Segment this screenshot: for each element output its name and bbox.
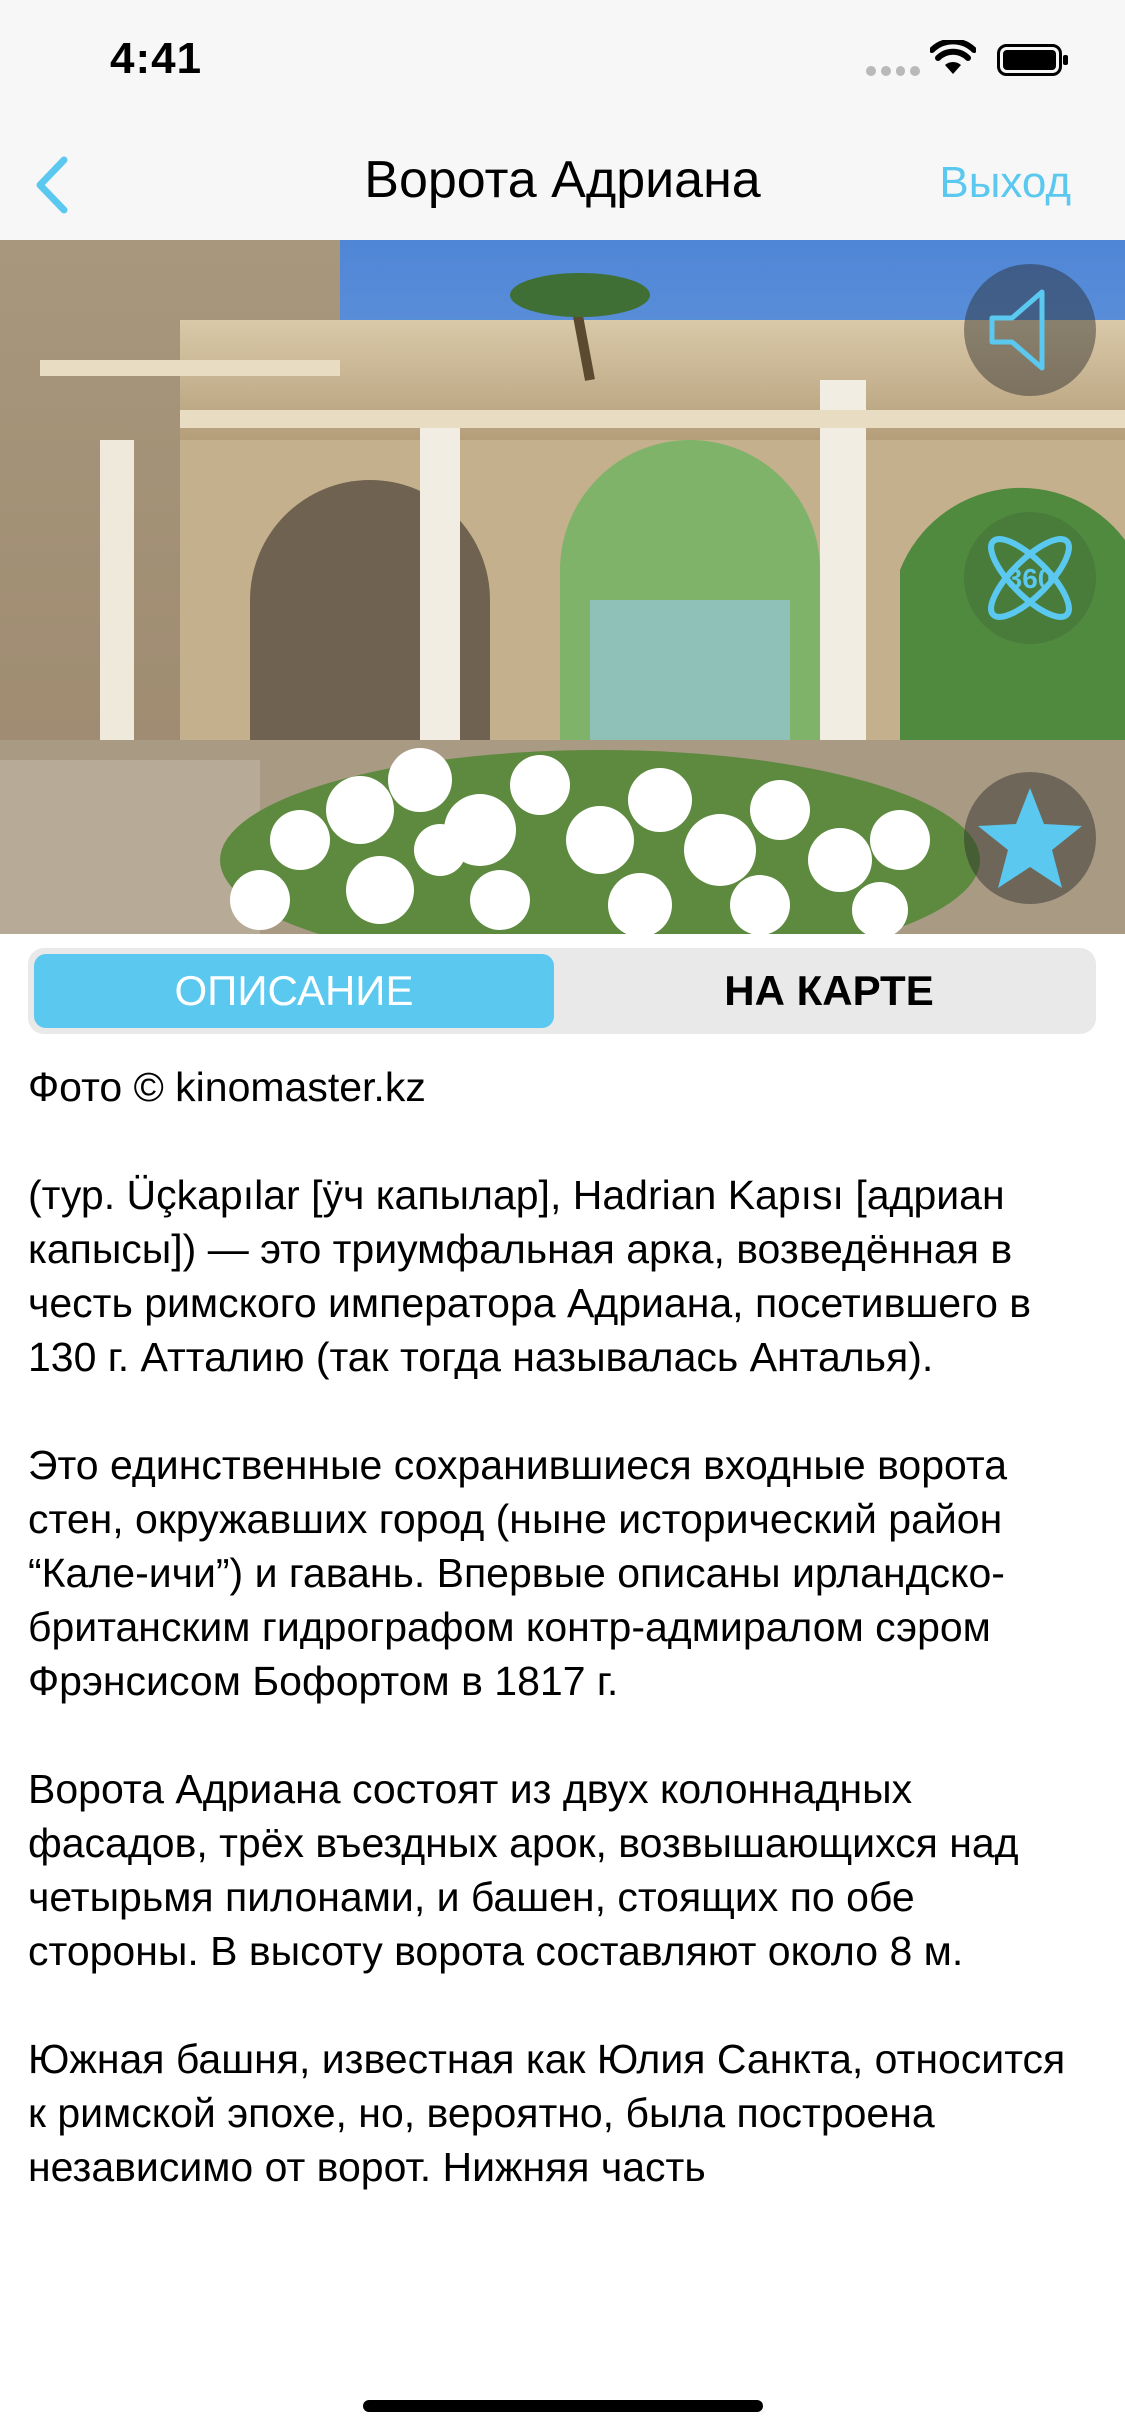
wifi-icon [930, 40, 976, 74]
photo-credit: Фото © kinomaster.kz [28, 1064, 426, 1110]
hero-photo: 360 [0, 240, 1125, 934]
panorama-360-label: 360 [1007, 563, 1054, 594]
tab-segmented-control: ОПИСАНИЕ НА КАРТЕ [28, 948, 1096, 1034]
status-bar: 4:41 [0, 0, 1125, 132]
paragraph: Южная башня, известная как Юлия Санкта, … [28, 2036, 1066, 2190]
paragraph: Ворота Адриана состоят из двух колоннадн… [28, 1766, 1019, 1974]
description-text: Фото © kinomaster.kz (тур. Üçkapılar [ӱч… [28, 1060, 1088, 2336]
speaker-icon [989, 289, 1045, 371]
status-time: 4:41 [110, 34, 203, 83]
hadrian-gate-photo [0, 240, 1125, 934]
home-indicator [363, 2400, 763, 2412]
navigation-bar: Ворота Адриана Выход [0, 132, 1125, 240]
tab-description[interactable]: ОПИСАНИЕ [34, 954, 554, 1028]
audio-button[interactable] [964, 264, 1096, 396]
tab-map[interactable]: НА КАРТЕ [568, 954, 1090, 1028]
panorama-360-icon: 360 [988, 536, 1072, 620]
paragraph: Это единственные сохранившиеся входные в… [28, 1442, 1008, 1704]
cellular-signal-icon [866, 66, 920, 76]
paragraph: (тур. Üçkapılar [ӱч капылар], Hadrian Ka… [28, 1172, 1032, 1380]
panorama-360-button[interactable]: 360 [964, 512, 1096, 644]
star-icon [978, 788, 1082, 888]
exit-button[interactable]: Выход [939, 158, 1071, 208]
favorite-button[interactable] [964, 772, 1096, 904]
battery-icon [997, 44, 1068, 76]
